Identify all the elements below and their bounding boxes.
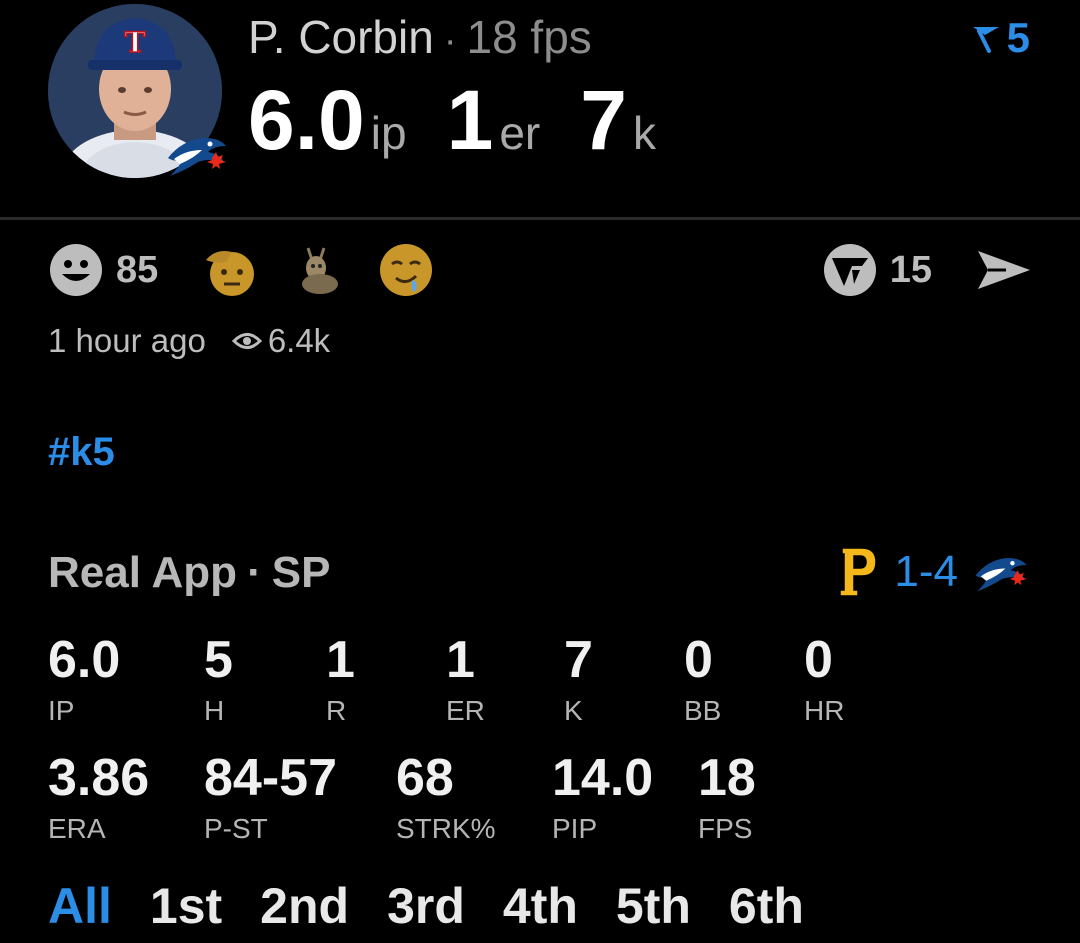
tab-2nd[interactable]: 2nd [260,876,349,936]
separator-dot: · [443,20,457,62]
stat-k: 7K [564,632,593,726]
player-name[interactable]: P. Corbin [248,11,434,63]
app-name: Real App [48,548,238,597]
context-separator: · [247,548,262,597]
svg-text:T: T [125,26,146,59]
tab-5th[interactable]: 5th [616,876,691,936]
tab-6th[interactable]: 6th [729,876,804,936]
stat-label: P-ST [204,813,268,844]
ranking-flag-icon [972,27,999,53]
views-value: 6.4k [267,322,331,359]
k-unit: k [632,107,656,159]
stat-bb: 0 BB [684,632,721,726]
stat-label: ER [446,695,485,726]
k-value: 7 [580,73,627,167]
stat-label: HR [804,695,845,726]
stat-label: FPS [698,813,753,844]
ip-unit: ip [370,107,407,159]
stat-value: 68 [396,749,454,807]
stat-er: 1 ER [446,632,485,726]
blue-jays-logo-icon [164,128,230,180]
smiley-reaction-icon[interactable] [48,242,104,298]
stat-value: 0 [804,631,833,689]
post-actions: 15 [822,242,1032,298]
stat-value: 0 [684,631,713,689]
view-count: 6.4k [231,322,331,360]
game-score[interactable]: 1-4 [836,544,1030,600]
stat-label: PIP [552,813,598,844]
score-value: 1-4 [894,547,958,596]
eye-icon [231,333,262,349]
send-icon[interactable] [976,247,1032,293]
stat-pip: 14.0 PIP [552,750,653,844]
post-meta: 1 hour ago 6.4k [48,322,330,360]
stat-label: K [564,695,583,726]
stat-value: 14.0 [552,749,654,807]
position-role: SP [271,548,331,597]
stat-fps: 18 FPS [698,750,756,844]
tab-4th[interactable]: 4th [503,876,578,936]
hashtag-link[interactable]: #k5 [48,430,115,475]
stat-value: 18 [698,749,756,807]
stat-label: ERA [48,813,106,844]
stat-value: 1 [326,631,355,689]
time-ago: 1 hour ago [48,322,206,359]
stat-value: 6.0 [48,631,121,689]
smile-count: 85 [116,248,159,291]
fps-logo-icon[interactable] [822,242,878,298]
rank-value: 5 [1006,14,1030,61]
tab-3rd[interactable]: 3rd [387,876,465,936]
player-name-line: P. Corbin · 18 fps [248,10,592,64]
blue-jays-opponent-icon [975,557,1027,592]
stat-label: IP [48,695,75,726]
pitching-statline: 6.0 ip 1 er 7k [248,72,696,169]
share-count: 15 [889,248,932,291]
salute-emoji-icon[interactable] [202,242,258,298]
stat-label: R [326,695,347,726]
er-value: 1 [446,73,494,167]
er-unit: er [499,107,541,159]
stat-value: 5 [204,631,233,689]
stat-label: H [204,695,225,726]
stat-ip: 6.0 IP [48,632,120,726]
stat-p-st: 84-57 P-ST [204,750,337,844]
stat-value: 1 [446,631,475,689]
tab-all[interactable]: All [48,876,112,936]
stat-hr: 0 HR [804,632,844,726]
header-divider [0,217,1080,220]
reactions-bar: 85 [48,242,466,298]
goat-emoji-icon[interactable] [290,242,346,298]
player-header: T P. Corbin · 18 fps 6.0 ip 1 er 7k 5 [0,0,1080,218]
tab-1st[interactable]: 1st [150,876,222,936]
rank-badge[interactable]: 5 [971,14,1030,62]
ip-value: 6.0 [248,73,365,167]
stat-label: STRK% [396,813,496,844]
stat-era: 3.86 ERA [48,750,149,844]
stat-value: 7 [564,631,593,689]
inning-tabs: All 1st 2nd 3rd 4th 5th 6th [48,876,842,936]
game-context: Real App · SP [48,548,330,598]
stat-r: 1R [326,632,355,726]
stat-value: 3.86 [48,749,150,807]
stat-value: 84-57 [204,749,337,807]
fps-label: 18 fps [466,11,592,63]
stat-label: BB [684,695,722,726]
pirates-logo-icon [839,547,878,597]
stat-h: 5H [204,632,233,726]
stat-strk-pct: 68 STRK% [396,750,496,844]
drooling-emoji-icon[interactable] [378,242,434,298]
